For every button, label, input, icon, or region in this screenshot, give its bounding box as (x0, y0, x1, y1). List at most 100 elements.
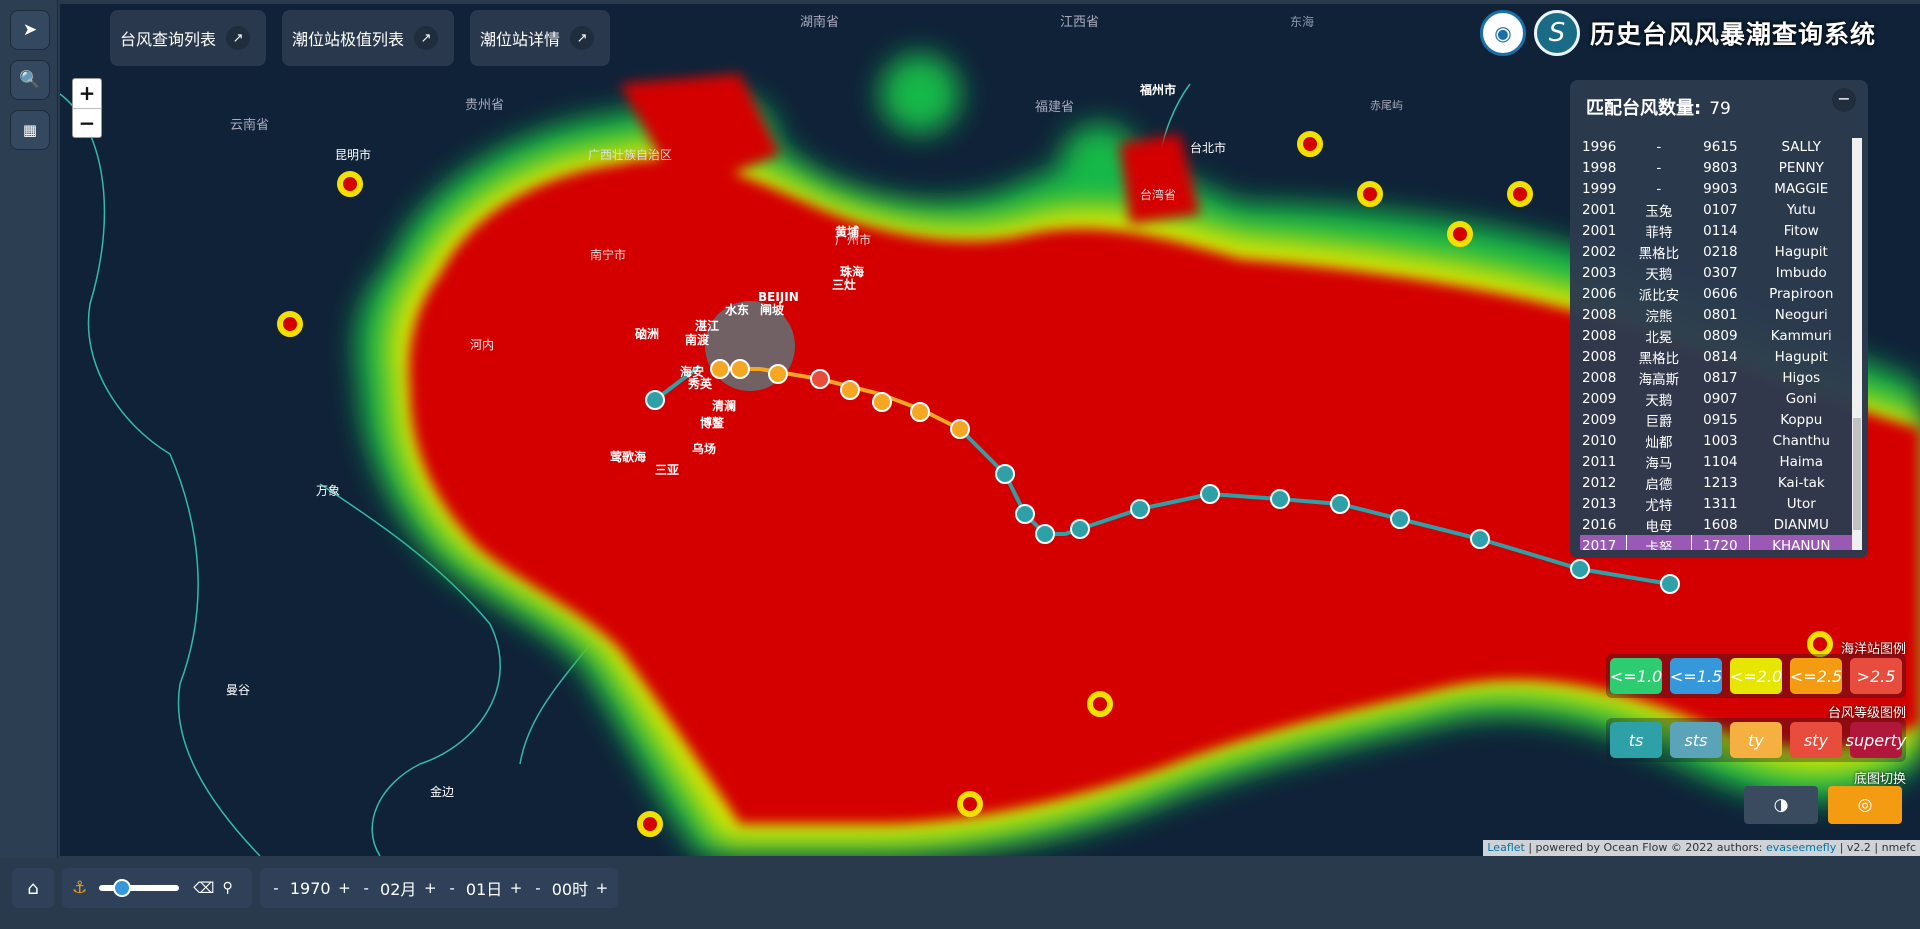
typhoon-code: 0809 (1703, 327, 1738, 344)
typhoon-level-chip[interactable]: superty (1846, 722, 1906, 758)
year-decrement[interactable]: - (268, 879, 284, 897)
typhoon-row[interactable]: 2001 玉兔 0107 Yutu (1580, 199, 1854, 220)
typhoon-row[interactable]: 2002 黑格比 0218 Hagupit (1580, 241, 1854, 262)
svg-text:云南省: 云南省 (230, 117, 269, 133)
list-scrollbar[interactable] (1852, 138, 1862, 550)
station-extreme-panel-button[interactable]: 潮位站极值列表 ↗ (282, 10, 455, 66)
ocean-legend: <=1.0 <=1.5 <=2.0 <=2.5 >2.5 (1606, 654, 1906, 698)
home-button[interactable]: ⌂ (12, 868, 54, 908)
ocean-legend-chip[interactable]: <=2.5 (1790, 658, 1842, 694)
typhoon-level-chip[interactable]: sts (1670, 722, 1722, 758)
typhoon-en-name: Neoguri (1774, 306, 1828, 323)
author-link[interactable]: evaseemefly (1766, 841, 1836, 854)
month-value: 02月 (380, 880, 417, 899)
typhoon-row[interactable]: 2008 黑格比 0814 Hagupit (1580, 346, 1854, 367)
left-toolbar: ➤ 🔍 ▦ (0, 0, 58, 858)
ocean-legend-chip[interactable]: >2.5 (1850, 658, 1902, 694)
day-decrement[interactable]: - (444, 879, 460, 897)
svg-text:黄埔: 黄埔 (835, 224, 859, 239)
typhoon-row[interactable]: 1998 - 9803 PENNY (1580, 157, 1854, 178)
typhoon-level-chip[interactable]: sty (1790, 722, 1842, 758)
basemap-dark-button[interactable]: ◑ (1744, 786, 1818, 824)
typhoon-row[interactable]: 2012 启德 1213 Kai-tak (1580, 472, 1854, 493)
typhoon-cn-name: 巨爵 (1645, 413, 1673, 430)
typhoon-code: 1213 (1703, 474, 1738, 491)
typhoon-code: 0817 (1703, 369, 1738, 386)
typhoon-en-name: KHANUN (1749, 535, 1854, 550)
anchor-icon[interactable]: ⚓ (72, 878, 87, 898)
typhoon-year: 2008 (1582, 327, 1617, 344)
home-icon: ⌂ (27, 877, 39, 899)
day-value: 01日 (465, 880, 503, 899)
ocean-legend-chip[interactable]: <=2.0 (1730, 658, 1782, 694)
typhoon-year: 2008 (1582, 369, 1617, 386)
typhoon-year: 1999 (1582, 180, 1617, 197)
typhoon-code: 1311 (1703, 495, 1738, 512)
hour-increment[interactable]: + (594, 879, 610, 897)
typhoon-year: 2010 (1582, 432, 1617, 449)
day-increment[interactable]: + (508, 879, 524, 897)
datetime-picker: - 1970 + - 02月 + - 01日 + - 00时 + (260, 868, 618, 908)
expand-icon[interactable]: ↗ (226, 26, 251, 50)
zoom-control: + − (72, 78, 102, 138)
typhoon-cn-name: 北冕 (1645, 329, 1673, 346)
zoom-out-button[interactable]: − (73, 109, 101, 139)
typhoon-row[interactable]: 2009 巨爵 0915 Koppu (1580, 409, 1854, 430)
expand-icon[interactable]: ↗ (570, 26, 595, 50)
typhoon-cn-name: 菲特 (1645, 224, 1673, 241)
typhoon-row[interactable]: 2003 天鹅 0307 Imbudo (1580, 262, 1854, 283)
typhoon-row[interactable]: 2008 北冕 0809 Kammuri (1580, 325, 1854, 346)
typhoon-year: 2017 (1580, 535, 1627, 550)
typhoon-row[interactable]: 2006 派比安 0606 Prapiroon (1580, 283, 1854, 304)
typhoon-row[interactable]: 1999 - 9903 MAGGIE (1580, 178, 1854, 199)
slider-thumb[interactable] (113, 879, 132, 897)
station-detail-panel-button[interactable]: 潮位站详情 ↗ (470, 10, 611, 66)
typhoon-cn-name: 浣熊 (1645, 308, 1673, 325)
eraser-icon[interactable]: ⌫ (193, 879, 214, 897)
version-text: | v2.2 | nmefc (1839, 841, 1916, 854)
typhoon-level-chip[interactable]: ts (1610, 722, 1662, 758)
year-increment[interactable]: + (336, 879, 352, 897)
typhoon-year: 1996 (1582, 138, 1617, 155)
typhoon-row[interactable]: 2008 海高斯 0817 Higos (1580, 367, 1854, 388)
typhoon-en-name: Hagupit (1774, 348, 1828, 365)
svg-text:硇洲: 硇洲 (635, 326, 659, 341)
search-icon[interactable]: ⚲ (222, 880, 232, 896)
typhoon-cn-name: 派比安 (1638, 287, 1680, 304)
chart-button[interactable]: ▦ (10, 110, 50, 150)
month-increment[interactable]: + (422, 879, 438, 897)
typhoon-row[interactable]: 2013 尤特 1311 Utor (1580, 493, 1854, 514)
typhoon-row[interactable]: 2009 天鹅 0907 Goni (1580, 388, 1854, 409)
ocean-legend-chip[interactable]: <=1.0 (1610, 658, 1662, 694)
chart-icon: ▦ (22, 121, 38, 139)
scrollbar-thumb[interactable] (1853, 418, 1861, 530)
month-decrement[interactable]: - (358, 879, 374, 897)
typhoon-level-chip[interactable]: ty (1730, 722, 1782, 758)
typhoon-table: 1996 - 9615 SALLY 1998 - 9803 PENNY 1999 - 9903 MAG… (1580, 136, 1854, 550)
collapse-button[interactable]: − (1832, 88, 1856, 112)
zoom-search-button[interactable]: 🔍 (10, 60, 50, 100)
locate-button[interactable]: ➤ (10, 10, 50, 50)
typhoon-row[interactable]: 2001 菲特 0114 Fitow (1580, 220, 1854, 241)
typhoon-year: 2013 (1582, 495, 1617, 512)
typhoon-cn-name: 海马 (1645, 455, 1673, 472)
typhoon-row[interactable]: 1996 - 9615 SALLY (1580, 136, 1854, 157)
hour-decrement[interactable]: - (530, 879, 546, 897)
zoom-in-button[interactable]: + (73, 79, 101, 109)
typhoon-row[interactable]: 2010 灿都 1003 Chanthu (1580, 430, 1854, 451)
expand-icon[interactable]: ↗ (414, 26, 439, 50)
typhoon-row[interactable]: 2016 电母 1608 DIANMU (1580, 514, 1854, 535)
typhoon-code: 1003 (1703, 432, 1738, 449)
basemap-satellite-button[interactable]: ◎ (1828, 786, 1902, 824)
typhoon-row[interactable]: 2017 卡努 1720 KHANUN (1580, 535, 1854, 550)
typhoon-en-name: Higos (1782, 369, 1821, 386)
svg-text:金边: 金边 (430, 784, 454, 799)
leaflet-link[interactable]: Leaflet (1487, 841, 1524, 854)
ocean-legend-chip[interactable]: <=1.5 (1670, 658, 1722, 694)
typhoon-list-panel-button[interactable]: 台风查询列表 ↗ (110, 10, 267, 66)
opacity-slider[interactable] (99, 879, 180, 897)
typhoon-en-name: Goni (1785, 390, 1817, 407)
typhoon-row[interactable]: 2008 浣熊 0801 Neoguri (1580, 304, 1854, 325)
typhoon-row[interactable]: 2011 海马 1104 Haima (1580, 451, 1854, 472)
svg-text:贵州省: 贵州省 (465, 98, 504, 113)
